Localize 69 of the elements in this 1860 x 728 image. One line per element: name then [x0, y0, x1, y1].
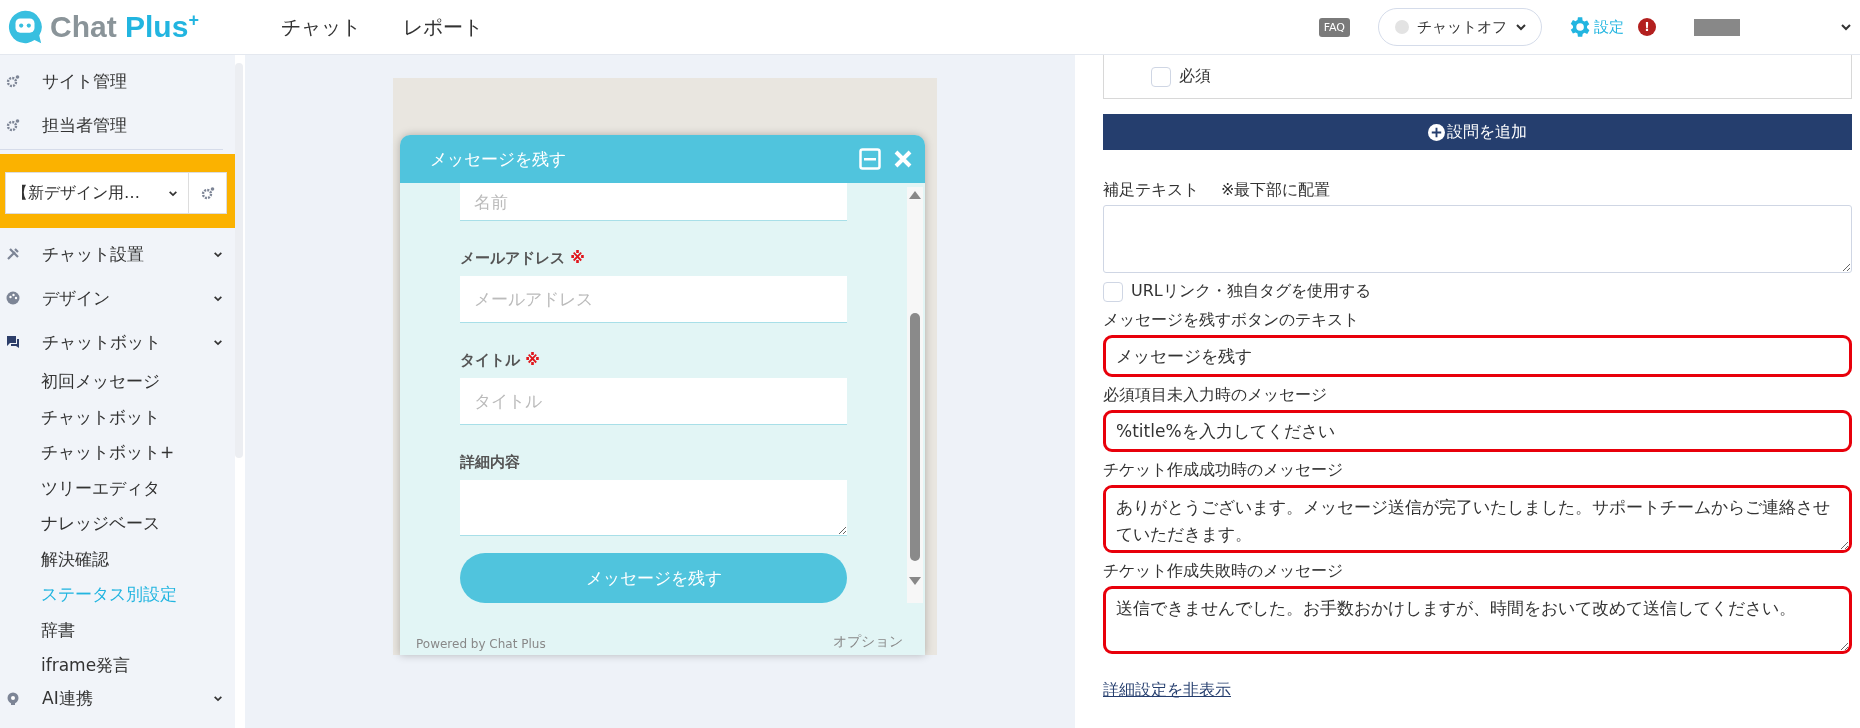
- plus-circle-icon: [1428, 123, 1445, 141]
- gear-icon: [200, 186, 215, 200]
- field-label: メールアドレス ※: [460, 249, 586, 268]
- field-label: 詳細内容: [460, 453, 521, 472]
- sidebar-item[interactable]: サイト管理: [0, 59, 235, 103]
- chevron-down-icon: [213, 695, 223, 702]
- field-label: 補足テキスト: [1103, 180, 1199, 201]
- minimize-icon[interactable]: [859, 148, 881, 170]
- chat-status-dropdown[interactable]: チャットオフ: [1378, 8, 1542, 46]
- site-settings-button[interactable]: [189, 172, 227, 214]
- checkbox[interactable]: [1103, 281, 1123, 302]
- sidebar-menu[interactable]: AI連携: [0, 683, 235, 714]
- field-label: チケット作成成功時のメッセージ: [1103, 460, 1344, 481]
- chevron-down-icon: [168, 189, 178, 197]
- sidebar-subitem[interactable]: iframe発言: [0, 648, 235, 684]
- text-input[interactable]: タイトル: [460, 378, 847, 425]
- gear-icon: [6, 118, 20, 132]
- chevron-down-icon: [213, 294, 223, 302]
- sidebar-subitem[interactable]: ツリーエディタ: [0, 470, 235, 506]
- sidebar-subitem[interactable]: 解決確認: [0, 541, 235, 577]
- widget-title: メッセージを残す: [430, 147, 567, 171]
- alert-badge[interactable]: !: [1638, 18, 1656, 36]
- chevron-down-icon: [213, 338, 223, 346]
- textarea-field[interactable]: [1103, 205, 1852, 273]
- sidebar-menu[interactable]: デザイン: [0, 276, 235, 320]
- field-label: タイトル ※: [460, 351, 541, 370]
- text-input[interactable]: メールアドレス: [460, 276, 847, 323]
- chat-icon: [6, 335, 20, 349]
- logo-text: Chat Plus$^{+}$: [50, 10, 199, 44]
- add-question-button[interactable]: 設問を追加: [1103, 114, 1852, 150]
- sidebar-subitem[interactable]: 初回メッセージ: [0, 364, 235, 400]
- checkbox[interactable]: [1151, 66, 1171, 87]
- field-label: チケット作成失敗時のメッセージ: [1103, 561, 1344, 582]
- chevron-down-icon[interactable]: [1840, 23, 1852, 31]
- textarea-field[interactable]: [460, 480, 847, 536]
- scrollbar[interactable]: [907, 187, 923, 603]
- tools-icon: [6, 247, 20, 261]
- field-label: 必須項目未入力時のメッセージ: [1103, 385, 1328, 406]
- chat-bubble-icon: [6, 8, 44, 46]
- powered-by-text: Powered by Chat Plus: [416, 637, 546, 651]
- checkbox-label: URLリンク・独自タグを使用する: [1131, 281, 1371, 302]
- sidebar-subitem[interactable]: 辞書: [0, 612, 235, 648]
- sidebar-subitem[interactable]: チャットボット: [0, 399, 235, 435]
- checkbox-label: 必須: [1179, 66, 1211, 87]
- close-icon[interactable]: [893, 149, 913, 169]
- sidebar-item[interactable]: 担当者管理: [0, 103, 235, 147]
- sidebar-subitem[interactable]: ナレッジベース: [0, 506, 235, 542]
- text-input[interactable]: %title%を入力してください: [1103, 410, 1852, 452]
- site-dropdown[interactable]: 【新デザイン用…: [5, 172, 189, 214]
- faq-icon[interactable]: FAQ: [1318, 17, 1350, 37]
- user-name-redacted[interactable]: [1694, 18, 1740, 36]
- sidebar-subitem[interactable]: チャットボット+: [0, 435, 235, 471]
- chevron-down-icon: [1515, 23, 1527, 31]
- sidebar-menu[interactable]: チャットボット: [0, 320, 235, 364]
- nav-link[interactable]: チャット: [281, 13, 361, 41]
- chevron-down-icon: [213, 250, 223, 258]
- palette-icon: [6, 291, 20, 305]
- nav-link[interactable]: レポート: [403, 13, 483, 41]
- text-input[interactable]: メッセージを残す: [1103, 335, 1852, 377]
- gear-icon: [6, 74, 20, 88]
- field-note: ※最下部に配置: [1221, 180, 1331, 201]
- scrollbar[interactable]: [235, 63, 243, 458]
- lightbulb-icon: [6, 691, 20, 706]
- text-input[interactable]: 名前: [460, 183, 847, 221]
- textarea-field[interactable]: ありがとうございます。メッセージ送信が完了いたしました。サポートチームからご連絡させていただきます。: [1103, 485, 1852, 553]
- hide-details-link[interactable]: 詳細設定を非表示: [1103, 680, 1231, 701]
- textarea-field[interactable]: 送信できませんでした。お手数おかけしますが、時間をおいて改めて送信してください。: [1103, 586, 1852, 654]
- field-label: メッセージを残すボタンのテキスト: [1103, 310, 1360, 331]
- sidebar-menu[interactable]: チャット設置: [0, 232, 235, 276]
